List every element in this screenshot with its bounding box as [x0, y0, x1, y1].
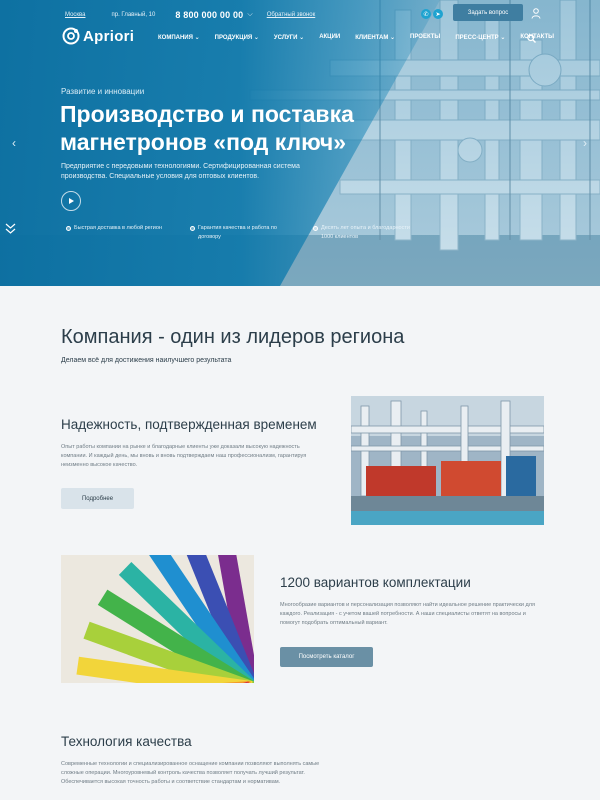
nav-item-clients[interactable]: КЛИЕНТАМ ⌄: [355, 34, 395, 41]
quality-technology-text: Современные технологии и специализирован…: [61, 761, 320, 785]
nav-item-company[interactable]: КОМПАНИЯ ⌄: [158, 34, 200, 41]
ask-question-button[interactable]: Задать вопрос: [453, 4, 523, 21]
more-button[interactable]: Подробнее: [61, 488, 134, 509]
quality-technology-heading: Технология качества: [61, 734, 192, 749]
address: пр. Главный, 10: [111, 12, 156, 18]
nav-item-products[interactable]: ПРОДУКЦИЯ ⌄: [215, 34, 259, 41]
nav-item-promotions[interactable]: АКЦИИ: [319, 34, 340, 41]
main-nav: КОМПАНИЯ ⌄ ПРОДУКЦИЯ ⌄ УСЛУГИ ⌄ АКЦИИ КЛ…: [158, 34, 569, 41]
logo-icon: [62, 27, 80, 45]
hero-title: Производство и поставка магнетронов «под…: [60, 101, 354, 155]
nav-item-projects[interactable]: ПРОЕКТЫ: [410, 34, 440, 41]
hero-feature: Быстрая доставка в любой регион: [66, 224, 176, 233]
color-swatches-image: [61, 555, 254, 683]
user-icon[interactable]: [531, 8, 541, 19]
city-selector[interactable]: Москва: [65, 12, 85, 18]
bullet-icon: [190, 226, 195, 231]
feature-text: Гарантия качества и работа по договору: [198, 225, 277, 240]
feature-text: Быстрая доставка в любой регион: [74, 225, 162, 231]
view-catalog-button[interactable]: Посмотреть каталог: [280, 647, 373, 667]
phone-number[interactable]: 8 800 000 00 00: [175, 10, 243, 20]
scroll-down-icon[interactable]: [5, 223, 16, 235]
company-lead: Делаем всё для достижения наилучшего рез…: [61, 357, 232, 364]
factory-floor-image: [351, 396, 544, 525]
reliability-heading: Надежность, подтвержденная временем: [61, 417, 317, 432]
callback-link[interactable]: Обратный звонок: [267, 12, 316, 18]
bullet-icon: [66, 226, 71, 231]
bullet-icon: [313, 226, 318, 231]
nav-item-press[interactable]: ПРЕСС-ЦЕНТР ⌄: [455, 34, 505, 41]
play-icon: [69, 198, 74, 204]
hero-feature: Десять лет опыта и благодарности 1000 кл…: [313, 224, 423, 242]
hero-banner: Москва пр. Главный, 10 8 800 000 00 00 ⌵…: [0, 0, 600, 286]
whatsapp-icon[interactable]: ✆: [421, 9, 431, 19]
slider-next-arrow-icon[interactable]: ›: [583, 136, 587, 150]
hero-kicker: Развитие и инновации: [61, 87, 145, 96]
reliability-text: Опыт работы компании на рынке и благодар…: [61, 444, 307, 468]
logo[interactable]: Apriori: [62, 27, 134, 45]
configuration-heading: 1200 вариантов комплектации: [280, 575, 471, 590]
slider-prev-arrow-icon[interactable]: ‹: [12, 136, 16, 150]
company-heading: Компания - один из лидеров региона: [61, 326, 405, 348]
configuration-text: Многообразие вариантов и персонализация …: [280, 602, 535, 626]
hero-feature: Гарантия качества и работа по договору: [190, 224, 290, 242]
chevron-down-icon[interactable]: ⌵: [247, 11, 252, 19]
play-video-button[interactable]: [61, 191, 81, 211]
logo-text: Apriori: [83, 27, 135, 45]
search-icon[interactable]: [527, 34, 536, 43]
feature-text: Десять лет опыта и благодарности 1000 кл…: [321, 225, 410, 240]
telegram-icon[interactable]: ➤: [433, 9, 443, 19]
nav-item-services[interactable]: УСЛУГИ ⌄: [274, 34, 304, 41]
hero-description: Предприятие с передовыми технологиями. С…: [61, 163, 300, 180]
nav-item-contacts[interactable]: КОНТАКТЫ: [520, 34, 554, 41]
